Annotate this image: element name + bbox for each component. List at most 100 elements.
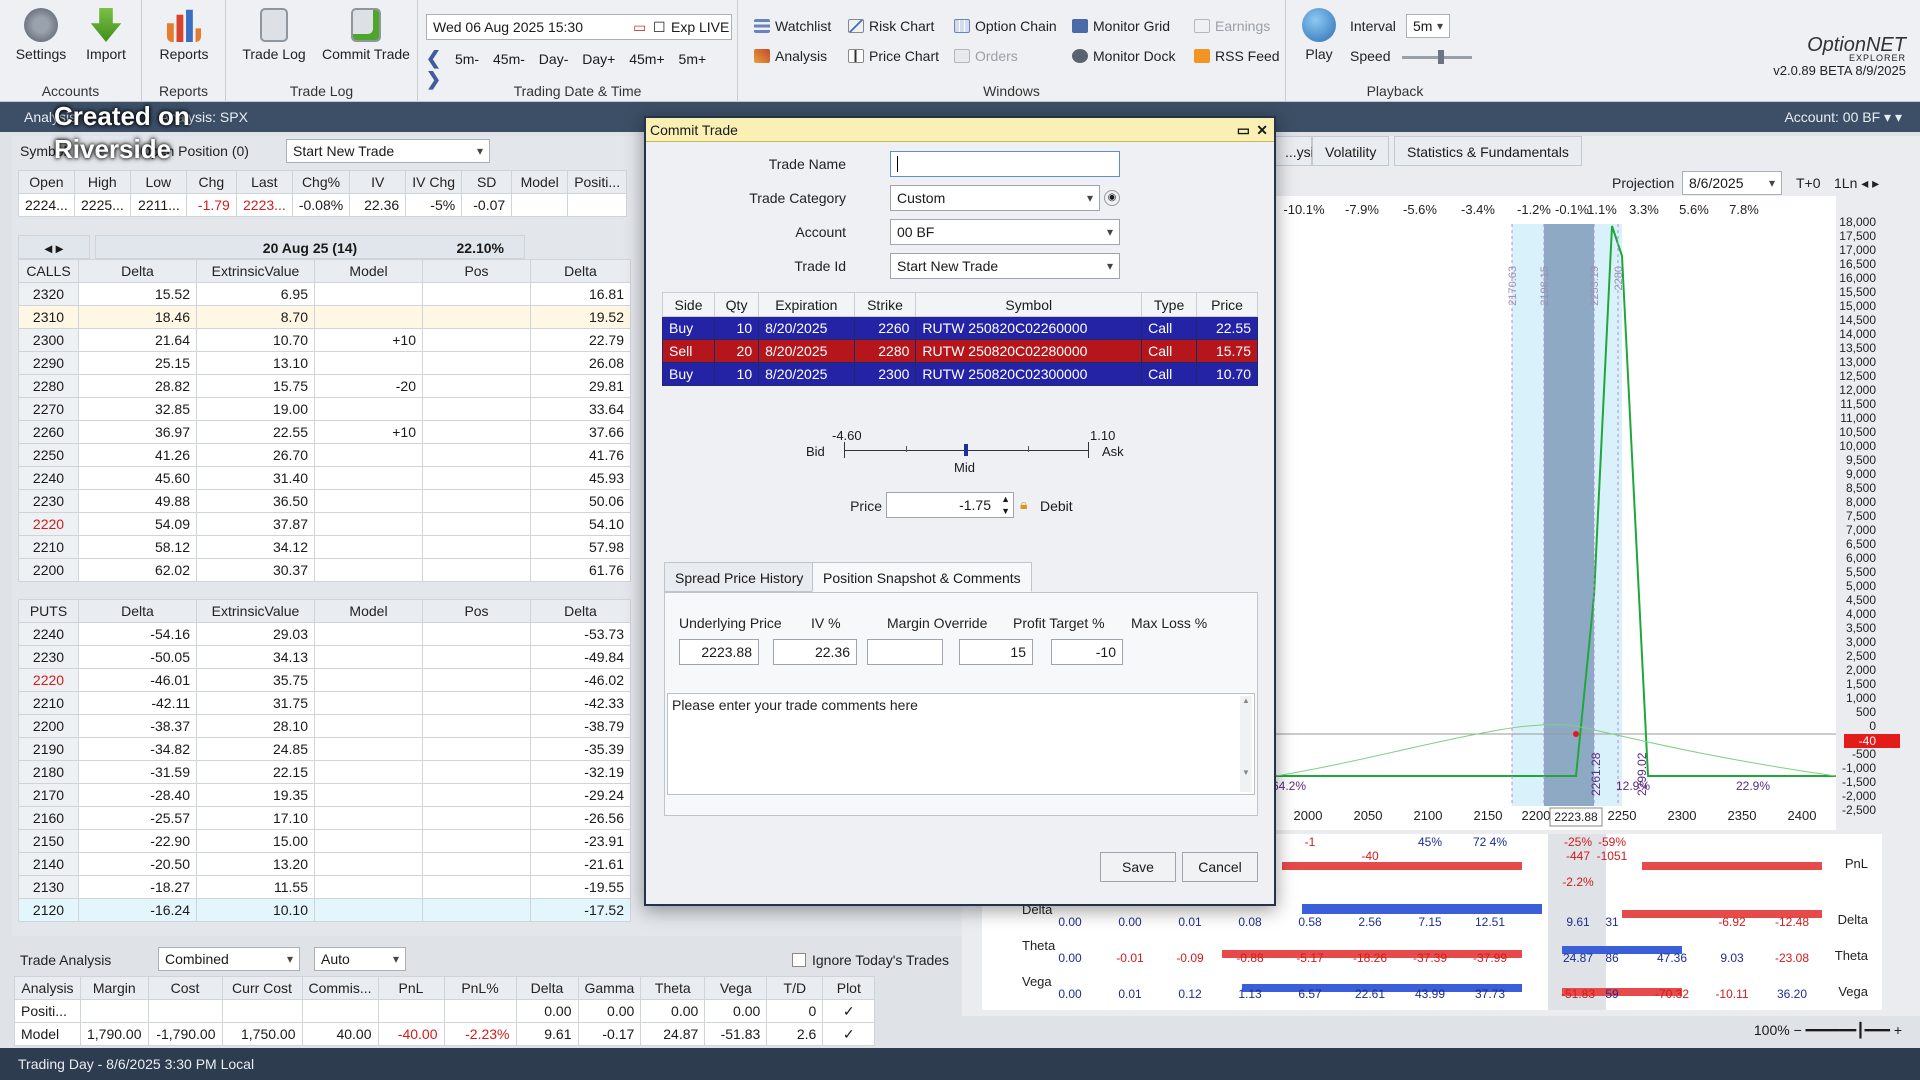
trade-id-select[interactable]: Start New Trade xyxy=(890,253,1120,279)
chain-cell[interactable] xyxy=(422,351,531,375)
chain-header[interactable]: Delta xyxy=(530,259,631,283)
strike-cell[interactable]: 2210 xyxy=(18,535,79,559)
analysis-header[interactable]: Delta xyxy=(515,976,579,1000)
chain-cell[interactable]: -50.05 xyxy=(78,645,197,669)
chain-cell[interactable]: 54.09 xyxy=(78,512,197,536)
account-select[interactable]: 00 BF xyxy=(890,219,1120,245)
projection-date-select[interactable]: 8/6/2025 xyxy=(1682,171,1782,195)
chain-header[interactable]: Model xyxy=(314,259,423,283)
chain-cell[interactable]: -20 xyxy=(314,374,423,398)
price-chart-button[interactable]: Price Chart xyxy=(848,48,939,64)
step-5m-back[interactable]: 5m- xyxy=(455,51,479,67)
chain-header[interactable]: Pos xyxy=(422,599,531,623)
chain-cell[interactable] xyxy=(314,397,423,421)
underlying-input[interactable]: 2223.88 xyxy=(679,639,759,665)
trade-name-input[interactable] xyxy=(890,151,1120,177)
legs-header[interactable]: Type xyxy=(1141,292,1198,317)
chain-cell[interactable]: 15.75 xyxy=(196,374,315,398)
strike-cell[interactable]: 2220 xyxy=(18,512,79,536)
strike-cell[interactable]: 2240 xyxy=(18,466,79,490)
chain-row[interactable]: 2130 -18.27 11.55 xyxy=(18,875,531,899)
analysis-header[interactable]: PnL% xyxy=(443,976,517,1000)
chain-cell[interactable]: 6.95 xyxy=(196,282,315,306)
chain-cell[interactable] xyxy=(422,443,531,467)
analysis-header[interactable]: Vega xyxy=(704,976,768,1000)
chain-row[interactable]: 2210 -42.11 31.75 xyxy=(18,691,531,715)
strike-cell[interactable]: 2230 xyxy=(18,645,79,669)
chain-cell[interactable] xyxy=(314,443,423,467)
slider-thumb[interactable] xyxy=(964,444,968,456)
strike-cell[interactable]: 2140 xyxy=(18,852,79,876)
chain-cell[interactable]: 8.70 xyxy=(196,305,315,329)
chain-right-row[interactable]: 37.66 xyxy=(530,420,631,444)
strike-cell[interactable]: 2290 xyxy=(18,351,79,375)
strike-cell[interactable]: 2180 xyxy=(18,760,79,784)
chain-cell[interactable]: 17.10 xyxy=(196,806,315,830)
chain-cell[interactable] xyxy=(422,875,531,899)
import-button[interactable]: Import xyxy=(78,8,134,62)
play-button[interactable]: Play xyxy=(1294,8,1344,62)
step-day-forward[interactable]: Day+ xyxy=(582,51,615,67)
settings-button[interactable]: Settings xyxy=(14,8,68,62)
chain-cell[interactable]: -38.37 xyxy=(78,714,197,738)
chain-cell[interactable]: -25.57 xyxy=(78,806,197,830)
chain-right-row[interactable]: -35.39 xyxy=(530,737,631,761)
step-day-back[interactable]: Day- xyxy=(539,51,569,67)
chain-row[interactable]: 2210 58.12 34.12 xyxy=(18,535,531,559)
speed-slider[interactable] xyxy=(1402,50,1472,64)
chain-row[interactable]: 2310 18.46 8.70 xyxy=(18,305,531,329)
earnings-button[interactable]: Earnings xyxy=(1194,18,1270,34)
chain-cell[interactable]: -16.24 xyxy=(78,898,197,922)
save-button[interactable]: Save xyxy=(1100,852,1176,882)
quote-header[interactable]: IV xyxy=(349,170,407,194)
chain-cell[interactable] xyxy=(314,645,423,669)
chain-cell[interactable]: 58.12 xyxy=(78,535,197,559)
chain-cell[interactable] xyxy=(314,489,423,513)
chain-cell[interactable]: 36.50 xyxy=(196,489,315,513)
chain-cell[interactable]: 31.75 xyxy=(196,691,315,715)
chain-cell[interactable]: 31.40 xyxy=(196,466,315,490)
tab-spread-price-history[interactable]: Spread Price History xyxy=(664,562,815,592)
iln-label[interactable]: 1Ln ◂ ▸ xyxy=(1834,175,1879,192)
chain-cell[interactable] xyxy=(314,351,423,375)
chain-header[interactable]: Delta xyxy=(78,599,197,623)
rss-feed-button[interactable]: RSS Feed xyxy=(1194,48,1280,64)
chain-right-row[interactable]: 41.76 xyxy=(530,443,631,467)
chain-cell[interactable]: 19.35 xyxy=(196,783,315,807)
chain-right-row[interactable]: 61.76 xyxy=(530,558,631,582)
chain-cell[interactable]: -42.11 xyxy=(78,691,197,715)
strike-cell[interactable]: 2200 xyxy=(18,714,79,738)
analysis-mode-select[interactable]: Combined xyxy=(158,947,300,971)
strike-cell[interactable]: 2120 xyxy=(18,898,79,922)
chain-right-row[interactable]: -38.79 xyxy=(530,714,631,738)
strike-cell[interactable]: 2270 xyxy=(18,397,79,421)
chain-header[interactable]: PUTS xyxy=(18,599,79,623)
tab-analysis-right[interactable]: ...ysis xyxy=(1272,136,1321,166)
chain-cell[interactable] xyxy=(422,737,531,761)
lock-icon[interactable]: 🔒︎ xyxy=(1020,496,1027,513)
price-input[interactable]: -1.75 ▲ ▼ xyxy=(886,492,1014,518)
strike-cell[interactable]: 2230 xyxy=(18,489,79,513)
chain-right-row[interactable]: -29.24 xyxy=(530,783,631,807)
quote-header[interactable]: Low xyxy=(129,170,187,194)
ignore-checkbox[interactable] xyxy=(792,953,806,967)
legs-header[interactable]: Expiration xyxy=(758,292,855,317)
chain-cell[interactable]: +10 xyxy=(314,328,423,352)
quote-header[interactable]: Open xyxy=(18,170,75,194)
trade-select[interactable]: Start New Trade xyxy=(286,139,490,163)
chain-cell[interactable]: 36.97 xyxy=(78,420,197,444)
chain-row[interactable]: 2230 49.88 36.50 xyxy=(18,489,531,513)
chain-row[interactable]: 2250 41.26 26.70 xyxy=(18,443,531,467)
analysis-cell[interactable]: ✓ xyxy=(822,999,876,1023)
analysis-header[interactable]: Gamma xyxy=(577,976,642,1000)
tab-volatility[interactable]: Volatility xyxy=(1312,136,1390,166)
chain-cell[interactable]: 11.55 xyxy=(196,875,315,899)
analysis-header[interactable]: Margin xyxy=(80,976,149,1000)
expiry-nav[interactable]: ◂ ▸ xyxy=(18,235,90,259)
option-chain-button[interactable]: Option Chain xyxy=(954,18,1057,34)
chain-cell[interactable] xyxy=(422,374,531,398)
analysis-header[interactable]: T/D xyxy=(766,976,824,1000)
leg-row[interactable]: Buy 10 8/20/2025 2300 RUTW 250820C02300000 Ca… xyxy=(661,362,1258,386)
chain-cell[interactable] xyxy=(422,305,531,329)
strike-cell[interactable]: 2320 xyxy=(18,282,79,306)
